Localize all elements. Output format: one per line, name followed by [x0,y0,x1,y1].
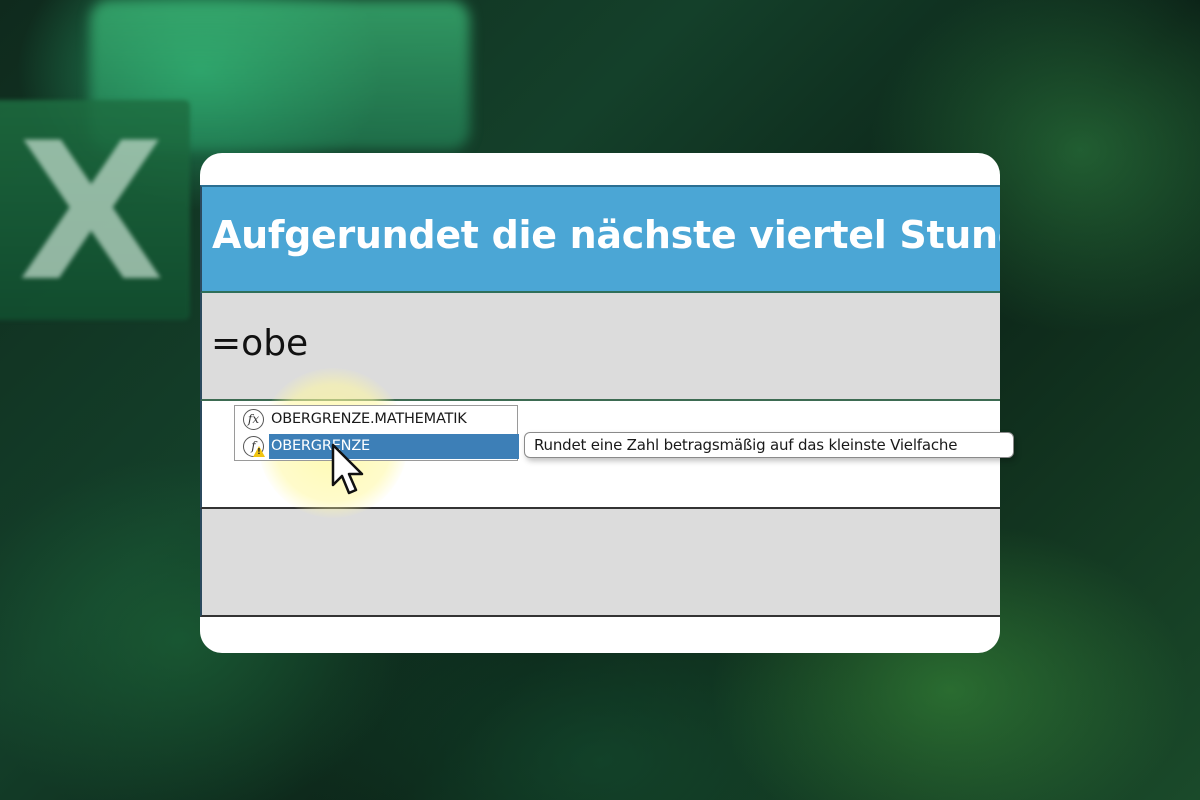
warning-exclamation: ! [257,447,261,456]
autocomplete-list: fx OBERGRENZE.MATHEMATIK f ! OBERGRENZE [234,405,519,461]
autocomplete-item-obergrenze[interactable]: f ! OBERGRENZE [235,433,519,460]
tooltip-text: Rundet eine Zahl betragsmäßig auf das kl… [534,436,958,454]
function-tooltip: Rundet eine Zahl betragsmäßig auf das kl… [524,432,1014,458]
autocomplete-item-obergrenze-mathematik[interactable]: fx OBERGRENZE.MATHEMATIK [235,406,517,433]
sheet-title: Aufgerundet die nächste viertel Stunde [212,213,1000,257]
title-cell[interactable]: Aufgerundet die nächste viertel Stunde [200,185,1000,293]
mouse-pointer-icon [331,443,364,495]
function-icon: fx [243,409,264,430]
autocomplete-item-label: OBERGRENZE.MATHEMATIK [271,411,467,427]
excel-x-icon: X [18,102,165,323]
formula-input-text: =obe [211,323,309,364]
empty-cell-gray[interactable] [200,509,1000,617]
